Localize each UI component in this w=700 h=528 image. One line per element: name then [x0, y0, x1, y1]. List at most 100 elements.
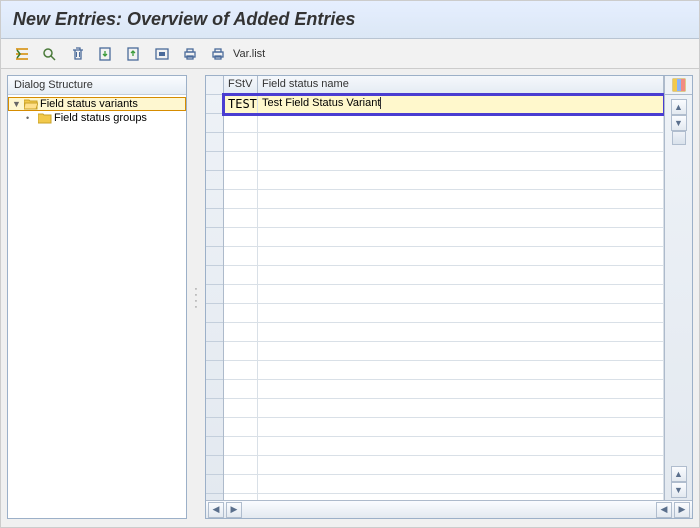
row-selector[interactable]: [206, 323, 223, 342]
cell-fstv[interactable]: [224, 399, 258, 417]
splitter-handle[interactable]: ●●●●: [193, 75, 199, 519]
varlist-label[interactable]: Var.list: [233, 48, 265, 60]
cell-name[interactable]: [258, 209, 664, 227]
row-selector[interactable]: [206, 399, 223, 418]
row-selector[interactable]: [206, 228, 223, 247]
cell-name[interactable]: [258, 190, 664, 208]
row-selector[interactable]: [206, 475, 223, 494]
cell-name[interactable]: [258, 114, 664, 132]
table-row[interactable]: [224, 114, 664, 133]
cell-name[interactable]: [258, 285, 664, 303]
cell-fstv[interactable]: [224, 152, 258, 170]
scroll-down-icon[interactable]: ▼: [671, 115, 687, 131]
cell-name[interactable]: [258, 437, 664, 455]
row-selector[interactable]: [206, 342, 223, 361]
table-row[interactable]: [224, 399, 664, 418]
delete-icon[interactable]: [67, 44, 89, 64]
cell-name[interactable]: [258, 380, 664, 398]
row-selector[interactable]: [206, 361, 223, 380]
cell-fstv[interactable]: [224, 304, 258, 322]
configure-columns-button[interactable]: [665, 76, 692, 95]
col-header-fstv[interactable]: FStV: [224, 76, 258, 94]
toggle-view-icon[interactable]: [11, 44, 33, 64]
table-row[interactable]: [224, 285, 664, 304]
row-selector[interactable]: [206, 380, 223, 399]
cell-fstv[interactable]: [224, 323, 258, 341]
cell-fstv[interactable]: [224, 266, 258, 284]
row-selector[interactable]: [206, 209, 223, 228]
collapse-icon[interactable]: ▼: [12, 99, 22, 109]
cell-name[interactable]: [258, 456, 664, 474]
cell-name[interactable]: [258, 475, 664, 493]
print-varlist-icon[interactable]: [207, 44, 229, 64]
cell-name[interactable]: [258, 133, 664, 151]
select-all-icon[interactable]: [123, 44, 145, 64]
table-row[interactable]: [224, 190, 664, 209]
row-selector[interactable]: [206, 95, 223, 114]
table-row[interactable]: [224, 133, 664, 152]
row-selector[interactable]: [206, 304, 223, 323]
scroll-thumb[interactable]: [672, 131, 686, 145]
cell-fstv[interactable]: [224, 209, 258, 227]
table-row[interactable]: [224, 266, 664, 285]
cell-fstv[interactable]: [224, 418, 258, 436]
horizontal-scrollbar[interactable]: ◀ ▶ ◀ ▶: [206, 500, 692, 518]
scroll-left2-icon[interactable]: ◀: [656, 502, 672, 518]
scroll-up2-icon[interactable]: ▲: [671, 466, 687, 482]
cell-name[interactable]: [258, 247, 664, 265]
cell-fstv[interactable]: [224, 133, 258, 151]
row-selector[interactable]: [206, 171, 223, 190]
table-row[interactable]: [224, 437, 664, 456]
print-icon[interactable]: [179, 44, 201, 64]
table-row[interactable]: [224, 418, 664, 437]
tree-item-field-status-groups[interactable]: • Field status groups: [8, 111, 186, 125]
scroll-right2-icon[interactable]: ▶: [674, 502, 690, 518]
row-selector[interactable]: [206, 418, 223, 437]
cell-fstv[interactable]: TEST: [224, 95, 258, 113]
table-row[interactable]: [224, 209, 664, 228]
cell-name[interactable]: [258, 266, 664, 284]
tree-item-field-status-variants[interactable]: ▼ Field status variants: [8, 97, 186, 111]
row-selector[interactable]: [206, 247, 223, 266]
row-selector[interactable]: [206, 456, 223, 475]
cell-fstv[interactable]: [224, 190, 258, 208]
row-selector[interactable]: [206, 114, 223, 133]
scroll-down2-icon[interactable]: ▼: [671, 482, 687, 498]
cell-fstv[interactable]: [224, 456, 258, 474]
table-row[interactable]: [224, 380, 664, 399]
row-selector[interactable]: [206, 266, 223, 285]
table-row[interactable]: TEST Test Field Status Variant​: [224, 95, 664, 114]
cell-fstv[interactable]: [224, 285, 258, 303]
cell-name[interactable]: [258, 228, 664, 246]
row-selector[interactable]: [206, 152, 223, 171]
cell-fstv[interactable]: [224, 437, 258, 455]
cell-name[interactable]: [258, 304, 664, 322]
table-row[interactable]: [224, 342, 664, 361]
vertical-scrollbar[interactable]: ▲ ▼ ▲ ▼: [670, 97, 688, 500]
table-row[interactable]: [224, 228, 664, 247]
row-selector[interactable]: [206, 437, 223, 456]
cell-name[interactable]: [258, 399, 664, 417]
cell-fstv[interactable]: [224, 228, 258, 246]
table-row[interactable]: [224, 152, 664, 171]
cell-fstv[interactable]: [224, 171, 258, 189]
cell-name[interactable]: [258, 361, 664, 379]
row-selector[interactable]: [206, 285, 223, 304]
table-row[interactable]: [224, 171, 664, 190]
table-row[interactable]: [224, 304, 664, 323]
table-row[interactable]: [224, 361, 664, 380]
scroll-up-icon[interactable]: ▲: [671, 99, 687, 115]
cell-name[interactable]: Test Field Status Variant​: [258, 95, 664, 113]
row-selector[interactable]: [206, 190, 223, 209]
table-row[interactable]: [224, 247, 664, 266]
cell-fstv[interactable]: [224, 342, 258, 360]
cell-fstv[interactable]: [224, 361, 258, 379]
cell-name[interactable]: [258, 418, 664, 436]
table-row[interactable]: [224, 475, 664, 494]
cell-name[interactable]: [258, 342, 664, 360]
table-row[interactable]: [224, 456, 664, 475]
cell-name[interactable]: [258, 323, 664, 341]
find-icon[interactable]: [39, 44, 61, 64]
table-row[interactable]: [224, 323, 664, 342]
cell-fstv[interactable]: [224, 380, 258, 398]
